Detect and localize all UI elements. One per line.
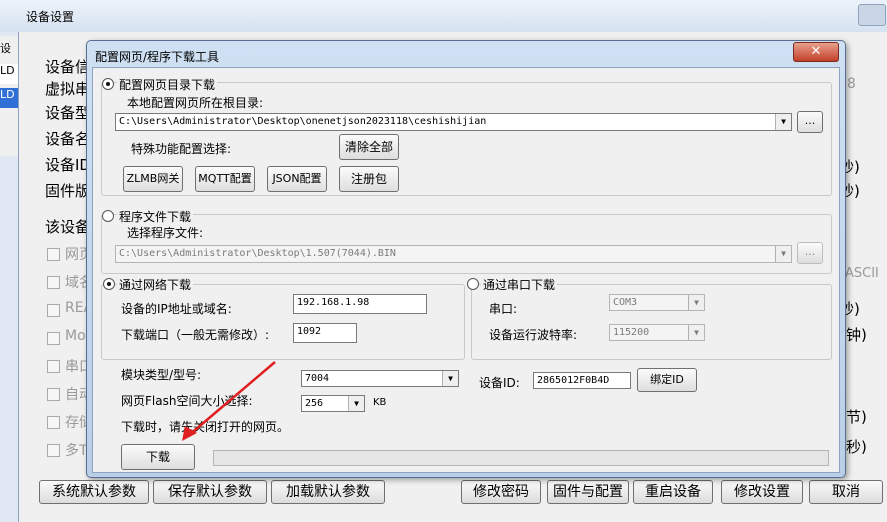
serial-port-value: COM3 xyxy=(613,297,638,308)
chevron-down-icon[interactable]: ▼ xyxy=(688,325,704,340)
serial-radio[interactable] xyxy=(467,278,479,290)
flash-size-value: 256 xyxy=(305,398,324,409)
bg-label-this-device: 该设备 xyxy=(45,218,91,236)
bg-right-text: ASCII xyxy=(845,266,879,281)
restart-device-button[interactable]: 重启设备 xyxy=(633,480,713,504)
bg-checkbox[interactable] xyxy=(47,444,60,457)
dialog-close-button[interactable]: ✕ xyxy=(793,42,839,62)
program-file-value: C:\Users\Administrator\Desktop\1.507(704… xyxy=(119,248,396,259)
bg-checkbox[interactable] xyxy=(47,248,60,261)
flash-unit-label: KB xyxy=(373,397,387,408)
dialog-title: 配置网页/程序下载工具 xyxy=(95,50,220,64)
bg-checkbox[interactable] xyxy=(47,304,60,317)
chevron-down-icon[interactable]: ▼ xyxy=(775,246,791,262)
bg-checkbox[interactable] xyxy=(47,276,60,289)
chevron-down-icon[interactable]: ▼ xyxy=(688,295,704,310)
web-dir-path-label: 本地配置网页所在根目录: xyxy=(127,96,264,110)
bg-label-virtual-serial: 虚拟串 xyxy=(45,80,91,98)
program-browse-button[interactable]: ... xyxy=(797,242,823,264)
clear-all-button[interactable]: 清除全部 xyxy=(339,134,399,160)
baud-rate-value: 115200 xyxy=(613,327,650,338)
web-dir-radio-label: 配置网页目录下载 xyxy=(117,76,218,93)
left-list-item-selected[interactable]: LD xyxy=(0,88,18,108)
cancel-button[interactable]: 取消 xyxy=(809,480,883,504)
program-file-label: 选择程序文件: xyxy=(127,226,204,240)
bg-label-device-id: 设备ID xyxy=(45,156,91,174)
serial-radio-label: 通过串口下载 xyxy=(481,276,558,293)
special-function-label: 特殊功能配置选择: xyxy=(131,142,232,156)
download-port-label: 下载端口（一般无需修改）: xyxy=(121,328,270,342)
web-dir-path-value: C:\Users\Administrator\Desktop\onenetjso… xyxy=(119,116,487,127)
module-type-value: 7004 xyxy=(305,373,330,384)
program-radio-label: 程序文件下载 xyxy=(117,208,194,225)
ip-address-label: 设备的IP地址或域名: xyxy=(121,302,232,316)
bind-id-button[interactable]: 绑定ID xyxy=(637,368,697,392)
module-type-label: 模块类型/型号: xyxy=(121,368,202,382)
program-radio[interactable] xyxy=(102,210,114,222)
download-tool-dialog: 配置网页/程序下载工具 ✕ 配置网页目录下载 本地配置网页所在根目录: C:\U… xyxy=(86,40,846,478)
chevron-down-icon[interactable]: ▼ xyxy=(348,396,364,411)
chevron-down-icon[interactable]: ▼ xyxy=(775,114,791,130)
left-list-item[interactable]: LD xyxy=(0,64,18,84)
web-dir-path-input[interactable]: C:\Users\Administrator\Desktop\onenetjso… xyxy=(115,113,792,131)
firmware-config-button[interactable]: 固件与配置 xyxy=(547,480,629,504)
program-file-input[interactable]: C:\Users\Administrator\Desktop\1.507(704… xyxy=(115,245,792,263)
flash-size-select[interactable]: 256 ▼ xyxy=(301,395,365,412)
baud-rate-label: 设备运行波特率: xyxy=(489,328,578,342)
flash-size-label: 网页Flash空间大小选择: xyxy=(121,394,253,408)
bg-label-device-info: 设备信 xyxy=(45,58,91,76)
bg-checkbox[interactable] xyxy=(47,360,60,373)
program-group xyxy=(101,214,832,274)
modify-settings-button[interactable]: 修改设置 xyxy=(721,480,803,504)
web-dir-radio[interactable] xyxy=(102,78,114,90)
download-port-input[interactable]: 1092 xyxy=(293,323,357,343)
left-device-list: 设 LD LD xyxy=(0,36,18,156)
bg-checkbox-label: 多T xyxy=(65,443,88,459)
bg-right-text: 8 xyxy=(847,76,856,92)
download-button[interactable]: 下载 xyxy=(121,444,195,470)
network-radio[interactable] xyxy=(103,278,115,290)
bg-checkbox[interactable] xyxy=(47,332,60,345)
bg-label-firmware: 固件版 xyxy=(45,182,91,200)
outer-close-button[interactable] xyxy=(858,4,886,26)
outer-titlebar: 设备设置 xyxy=(0,0,887,32)
bg-checkbox[interactable] xyxy=(47,388,60,401)
download-hint-text: 下载时，请先关闭打开的网页。 xyxy=(121,420,290,434)
bg-label-device-name: 设备名 xyxy=(45,130,91,148)
network-radio-label: 通过网络下载 xyxy=(117,276,194,293)
download-progress-bar xyxy=(213,450,829,466)
system-default-button[interactable]: 系统默认参数 xyxy=(39,480,149,504)
device-id-label: 设备ID: xyxy=(479,376,520,390)
load-default-button[interactable]: 加载默认参数 xyxy=(271,480,385,504)
chevron-down-icon[interactable]: ▼ xyxy=(442,371,458,386)
bg-checkbox[interactable] xyxy=(47,416,60,429)
left-list-item[interactable]: 设 xyxy=(0,40,18,60)
dialog-body: 配置网页目录下载 本地配置网页所在根目录: C:\Users\Administr… xyxy=(92,67,840,473)
serial-port-select[interactable]: COM3 ▼ xyxy=(609,294,705,311)
device-id-input[interactable]: 2865012F0B4D xyxy=(533,372,631,389)
mqtt-config-button[interactable]: MQTT配置 xyxy=(195,166,255,192)
serial-port-label: 串口: xyxy=(489,302,518,316)
module-type-select[interactable]: 7004 ▼ xyxy=(301,370,459,387)
baud-rate-select[interactable]: 115200 ▼ xyxy=(609,324,705,341)
save-default-button[interactable]: 保存默认参数 xyxy=(153,480,267,504)
change-password-button[interactable]: 修改密码 xyxy=(461,480,541,504)
json-config-button[interactable]: JSON配置 xyxy=(267,166,327,192)
zlmb-gateway-button[interactable]: ZLMB网关 xyxy=(123,166,183,192)
outer-window-title: 设备设置 xyxy=(26,10,75,24)
web-dir-browse-button[interactable]: ... xyxy=(797,111,823,133)
register-packet-button[interactable]: 注册包 xyxy=(339,166,399,192)
bg-label-device-type: 设备型 xyxy=(45,104,91,122)
ip-address-input[interactable]: 192.168.1.98 xyxy=(293,294,427,314)
